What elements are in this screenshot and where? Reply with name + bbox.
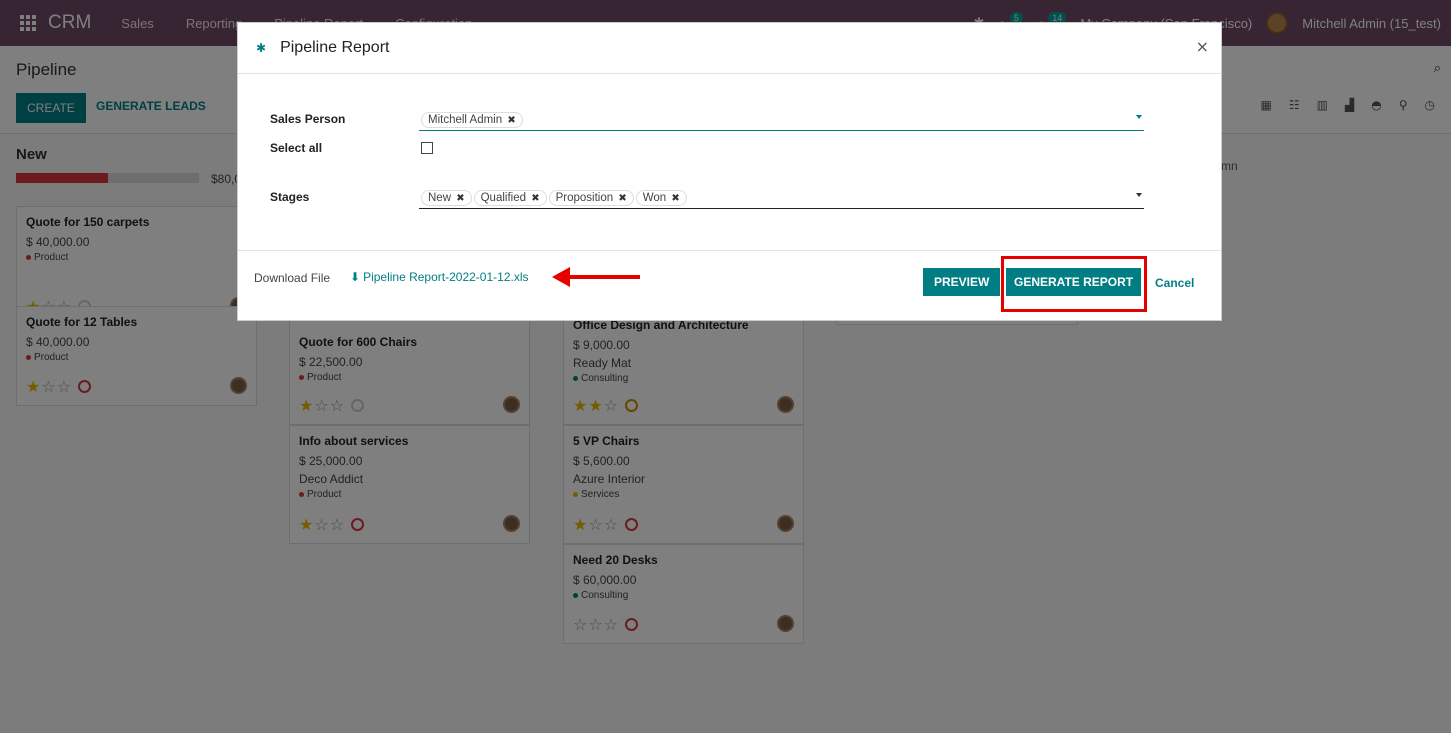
stage-tag: Proposition ✖ xyxy=(548,189,634,206)
stages-label: Stages xyxy=(270,190,310,204)
stage-tag-label: New xyxy=(428,191,452,204)
stage-tag-label: Qualified xyxy=(480,191,526,204)
remove-tag-icon[interactable]: ✖ xyxy=(456,193,464,204)
remove-tag-icon[interactable]: ✖ xyxy=(531,193,539,204)
dialog-title: Pipeline Report xyxy=(280,39,390,56)
sales-person-field[interactable]: Mitchell Admin ✖ xyxy=(419,109,1144,131)
download-file-label: Download File xyxy=(254,271,331,285)
remove-tag-icon[interactable]: ✖ xyxy=(671,193,679,204)
remove-tag-icon[interactable]: ✖ xyxy=(618,193,626,204)
stage-tag-label: Won xyxy=(642,191,667,204)
stages-field[interactable]: New ✖ Qualified ✖ Proposition ✖ Won ✖ xyxy=(419,187,1144,209)
sales-person-tag-label: Mitchell Admin xyxy=(428,113,503,126)
dropdown-caret-icon[interactable] xyxy=(1136,193,1142,197)
stage-tag: New ✖ xyxy=(421,189,472,206)
dialog-footer: Download File ⬇ Pipeline Report-2022-01-1… xyxy=(238,250,1221,320)
sales-person-tag: Mitchell Admin ✖ xyxy=(421,111,523,128)
download-file-link[interactable]: ⬇ Pipeline Report-2022-01-12.xls xyxy=(350,270,529,284)
bug-icon: ✱ xyxy=(256,41,267,55)
download-icon: ⬇ xyxy=(350,270,361,284)
cancel-button[interactable]: Cancel xyxy=(1155,276,1194,290)
stage-tag-label: Proposition xyxy=(555,191,614,204)
pipeline-report-dialog: ✱ Pipeline Report × Sales Person Mitchel… xyxy=(237,22,1222,321)
remove-tag-icon[interactable]: ✖ xyxy=(507,115,515,126)
stage-tag: Qualified ✖ xyxy=(473,189,547,206)
dialog-body: Sales Person Mitchell Admin ✖ Select all… xyxy=(238,74,1221,251)
dropdown-caret-icon[interactable] xyxy=(1136,115,1142,119)
annotation-arrow-icon xyxy=(552,267,640,287)
close-icon[interactable]: × xyxy=(1196,37,1209,56)
annotation-highlight-box xyxy=(1001,256,1147,312)
dialog-header: ✱ Pipeline Report xyxy=(238,23,1221,74)
preview-button[interactable]: PREVIEW xyxy=(923,268,1001,296)
sales-person-label: Sales Person xyxy=(270,112,346,126)
select-all-label: Select all xyxy=(270,141,323,155)
download-file-name: Pipeline Report-2022-01-12.xls xyxy=(363,270,529,284)
stage-tag: Won ✖ xyxy=(635,189,687,206)
select-all-checkbox[interactable] xyxy=(421,142,433,154)
